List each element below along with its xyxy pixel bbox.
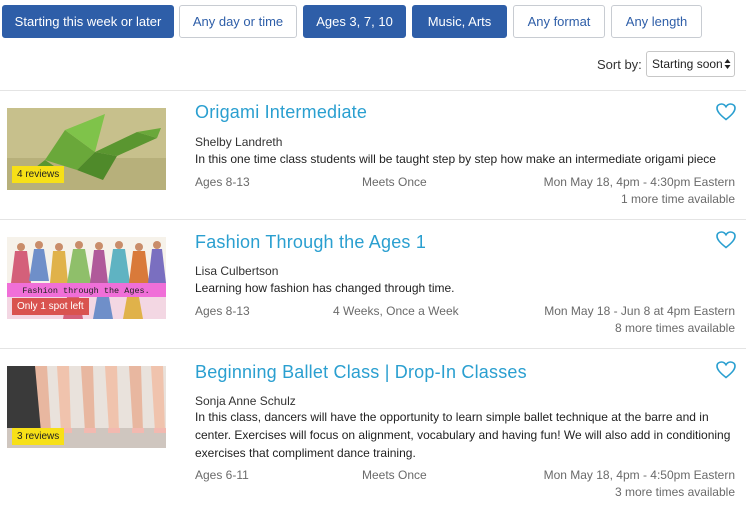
more-times-link[interactable]: 1 more time available xyxy=(621,192,735,206)
spots-left-badge: Only 1 spot left xyxy=(12,298,89,315)
listing-card: 4 reviews Origami Intermediate Shelby La… xyxy=(0,91,750,219)
listing-title[interactable]: Beginning Ballet Class | Drop-In Classes xyxy=(195,362,527,383)
listing-description: Learning how fashion has changed through… xyxy=(195,281,455,295)
filter-start-date-button[interactable]: Starting this week or later xyxy=(2,5,174,38)
filter-ages-button[interactable]: Ages 3, 7, 10 xyxy=(303,5,406,38)
listing-description: In this class, dancers will have the opp… xyxy=(195,410,731,460)
more-times-link[interactable]: 8 more times available xyxy=(615,321,735,335)
more-times-link[interactable]: 3 more times available xyxy=(615,485,735,499)
listing-card: Fashion through the Ages. Only 1 spot le… xyxy=(0,220,750,348)
listing-schedule: Mon May 18 - Jun 8 at 4pm Eastern xyxy=(544,304,735,318)
teacher-name[interactable]: Shelby Landreth xyxy=(195,135,282,149)
listing-thumbnail[interactable]: 4 reviews xyxy=(7,108,166,190)
filter-bar: Starting this week or later Any day or t… xyxy=(0,0,750,44)
heart-icon[interactable] xyxy=(716,361,736,379)
filter-length-button[interactable]: Any length xyxy=(611,5,702,38)
teacher-name[interactable]: Lisa Culbertson xyxy=(195,264,278,278)
filter-format-button[interactable]: Any format xyxy=(513,5,605,38)
listing-title[interactable]: Fashion Through the Ages 1 xyxy=(195,232,426,253)
sort-label: Sort by: xyxy=(597,57,642,72)
listing-ages: Ages 8-13 xyxy=(195,175,250,189)
teacher-name[interactable]: Sonja Anne Schulz xyxy=(195,394,296,408)
listing-ages: Ages 8-13 xyxy=(195,304,250,318)
sort-arrows-icon xyxy=(724,59,731,69)
listing-thumbnail[interactable]: 3 reviews xyxy=(7,366,166,448)
listing-frequency: Meets Once xyxy=(362,175,427,189)
listing-frequency: 4 Weeks, Once a Week xyxy=(333,304,459,318)
filter-subjects-button[interactable]: Music, Arts xyxy=(412,5,507,38)
listing-description: In this one time class students will be … xyxy=(195,152,716,166)
sort-selected-value: Starting soon xyxy=(652,57,723,71)
listing-schedule: Mon May 18, 4pm - 4:50pm Eastern xyxy=(543,468,735,482)
review-count-badge: 4 reviews xyxy=(12,166,65,183)
listing-ages: Ages 6-11 xyxy=(195,468,249,482)
fashion-image-caption: Fashion through the Ages. xyxy=(22,286,150,296)
listing-title[interactable]: Origami Intermediate xyxy=(195,102,367,123)
heart-icon[interactable] xyxy=(716,231,736,249)
filter-day-time-button[interactable]: Any day or time xyxy=(179,5,297,38)
listing-schedule: Mon May 18, 4pm - 4:30pm Eastern xyxy=(543,175,735,189)
review-count-badge: 3 reviews xyxy=(12,428,65,445)
sort-select[interactable]: Starting soon xyxy=(646,51,735,77)
listing-thumbnail[interactable]: Fashion through the Ages. Only 1 spot le… xyxy=(7,237,166,319)
heart-icon[interactable] xyxy=(716,103,736,121)
listing-frequency: Meets Once xyxy=(362,468,427,482)
listing-card: 3 reviews Beginning Ballet Class | Drop-… xyxy=(0,349,750,505)
